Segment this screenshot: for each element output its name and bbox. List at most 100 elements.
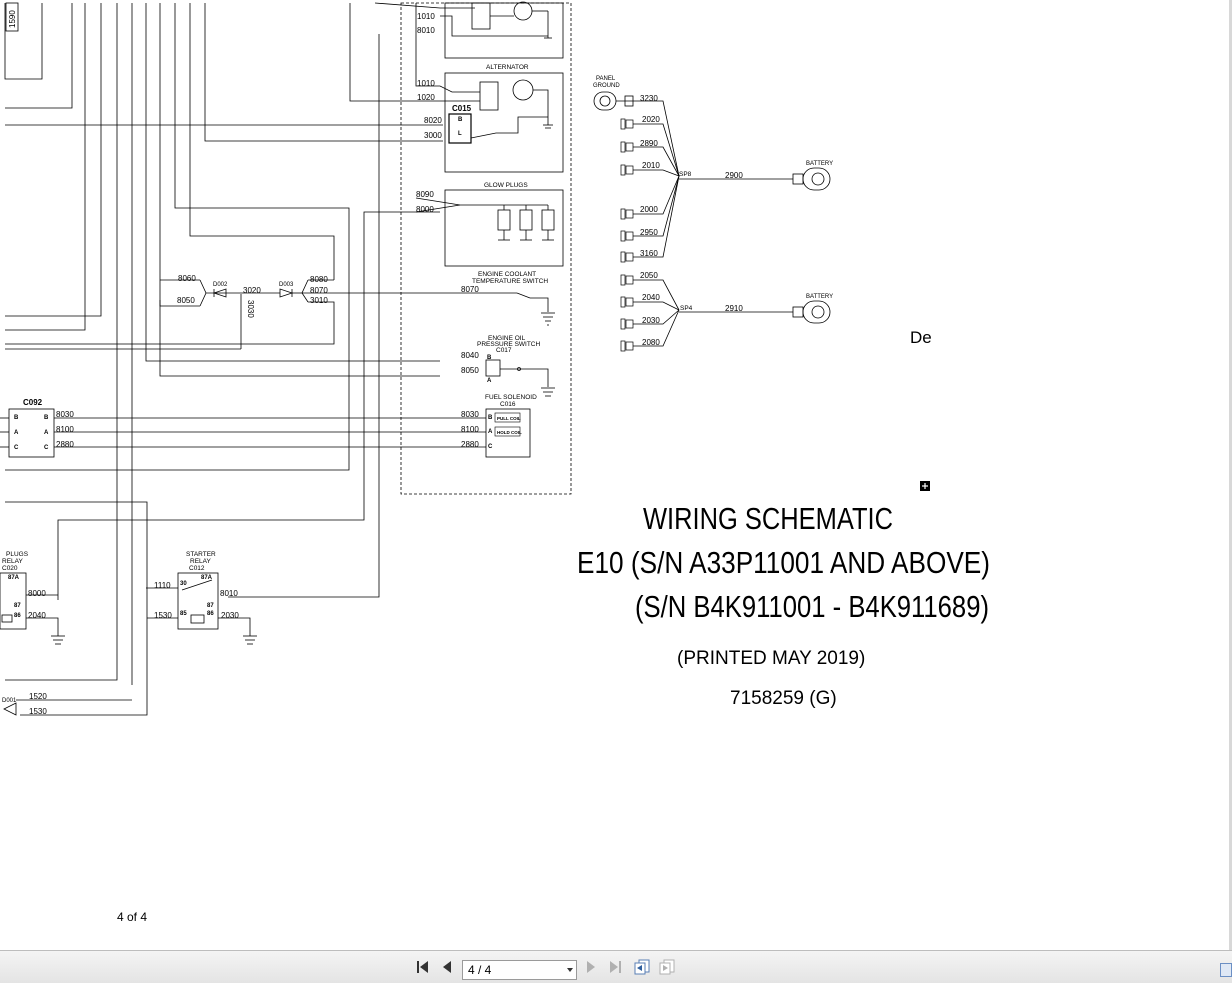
glow-relay-label-2: RELAY [2, 558, 23, 565]
ground-symbol [541, 312, 555, 326]
wire-8000b-label: 8000 [28, 589, 46, 598]
sp4-splice-wires [633, 279, 793, 347]
annotation-plus-icon[interactable] [920, 481, 930, 491]
wire-3030-label: 3030 [246, 300, 255, 318]
wire-8100b-label: 8100 [461, 425, 479, 434]
coolant-switch-label-2: TEMPERATURE SWITCH [472, 278, 548, 285]
wire-1520-label: 1520 [29, 692, 47, 701]
sp8-label: SP8 [679, 171, 692, 178]
panel-ground-label-2: GROUND [593, 83, 620, 89]
page-indicator-text: 4 / 4 [468, 963, 492, 977]
wire-2000-label: 2000 [640, 205, 658, 214]
wire-8070b-label: 8070 [461, 285, 479, 294]
wire-2010-label: 2010 [642, 161, 660, 170]
diode-d001 [3, 702, 17, 716]
page-footer: 4 of 4 [117, 910, 147, 924]
starter-pin-30: 30 [180, 581, 187, 587]
wire-8060-label: 8060 [178, 274, 196, 283]
next-page-button[interactable] [581, 958, 601, 976]
next-page-icon [587, 961, 595, 973]
c092-pin-c-right: C [44, 445, 49, 451]
previous-page-button[interactable] [437, 958, 457, 976]
left-harness-wires [4, 3, 443, 716]
c092-pin-a-left: A [14, 430, 19, 436]
starter-pin-85: 85 [180, 611, 187, 617]
oil-pin-b: B [487, 355, 492, 361]
wire-2950-label: 2950 [640, 228, 658, 237]
d001-label: D001 [2, 698, 17, 704]
wire-8030-label: 8030 [56, 410, 74, 419]
wire-2890-label: 2890 [640, 139, 658, 148]
c092-pin-c-left: C [14, 445, 19, 451]
wire-1530b-label: 1530 [29, 707, 47, 716]
alternator-symbol [349, 3, 564, 173]
glow-relay-label-3: C020 [2, 565, 18, 572]
oil-switch-symbol [485, 359, 555, 397]
wire-1530-label: 1530 [154, 611, 172, 620]
panel-ground-terminal [593, 91, 634, 111]
last-page-button[interactable] [605, 958, 625, 976]
d003-label: D003 [279, 282, 294, 288]
c092-pin-a-right: A [44, 430, 49, 436]
pin-l-label: L [458, 131, 462, 137]
starter-relay-label-3: C012 [189, 565, 205, 572]
fuel-pin-b: B [488, 415, 493, 421]
wiring-schematic-page: 1590 1010 8010 ALTERNATOR C015 B L 1010 … [0, 1, 990, 924]
wire-3000-label: 3000 [424, 131, 442, 140]
d002-label: D002 [213, 282, 228, 288]
first-page-icon [417, 961, 428, 973]
c092-pin-b-left: B [14, 415, 19, 421]
page-number-select[interactable]: 4 / 4 [462, 960, 577, 980]
wire-8070-label: 8070 [310, 286, 328, 295]
wire-8050-label: 8050 [177, 296, 195, 305]
wire-3020-label: 3020 [243, 286, 261, 295]
starter-relay-label-1: STARTER [186, 551, 216, 558]
next-view-icon [659, 959, 675, 975]
wire-8080-label: 8080 [310, 275, 328, 284]
title-line-3: (S/N B4K911001 - B4K911689) [635, 589, 989, 624]
wire-3160-label: 3160 [640, 249, 658, 258]
fuel-solenoid-label-2: C016 [500, 401, 516, 408]
wire-2040b-label: 2040 [28, 611, 46, 620]
chevron-down-icon [567, 968, 573, 972]
glow-relay-pin-87a: 87A [8, 575, 20, 581]
glow-plugs-symbol [415, 189, 564, 267]
previous-view-icon [634, 959, 650, 975]
wire-2020-label: 2020 [642, 115, 660, 124]
wire-2880-label: 2880 [56, 440, 74, 449]
oil-switch-label-3: C017 [496, 347, 512, 354]
coolant-switch-label-1: ENGINE COOLANT [478, 271, 536, 278]
first-page-button[interactable] [413, 958, 433, 976]
wire-8090-label: 8090 [416, 190, 434, 199]
wire-2050-label: 2050 [640, 271, 658, 280]
wire-2030-label: 2030 [642, 316, 660, 325]
glow-relay-label-1: PLUGS [6, 551, 29, 558]
next-view-button[interactable] [657, 958, 677, 976]
hold-coil-label: HOLD COIL [497, 430, 522, 435]
document-viewer[interactable]: 1590 1010 8010 ALTERNATOR C015 B L 1010 … [0, 0, 1232, 950]
previous-view-button[interactable] [632, 958, 652, 976]
wire-label-1590: 1590 [5, 2, 19, 32]
starter-pin-87: 87 [207, 603, 214, 609]
fuel-solenoid-label-1: FUEL SOLENOID [485, 394, 537, 401]
last-page-icon [610, 961, 621, 973]
wire-2040-label: 2040 [642, 293, 660, 302]
battery-label-2: BATTERY [806, 294, 833, 300]
wire-8020-label: 8020 [424, 116, 442, 125]
wire-2910-label: 2910 [725, 304, 743, 313]
wire-8010-label: 8010 [417, 26, 435, 35]
glow-relay-pin-87: 87 [14, 603, 21, 609]
panel-ground-label-1: PANEL [596, 76, 616, 82]
title-line-1: WIRING SCHEMATIC [643, 501, 893, 536]
starter-motor-symbol [374, 1, 564, 59]
c092-label: C092 [23, 398, 43, 407]
wire-1010-label: 1010 [417, 12, 435, 21]
wire-8010b-label: 8010 [220, 589, 238, 598]
previous-page-icon [443, 961, 451, 973]
navigation-toolbar: 4 / 4 [0, 950, 1232, 983]
c015-label: C015 [452, 104, 472, 113]
wire-8100-label: 8100 [56, 425, 74, 434]
wire-8050b-label: 8050 [461, 366, 479, 375]
alternator-label: ALTERNATOR [486, 64, 529, 71]
panel-toggle-icon[interactable] [1220, 963, 1232, 977]
